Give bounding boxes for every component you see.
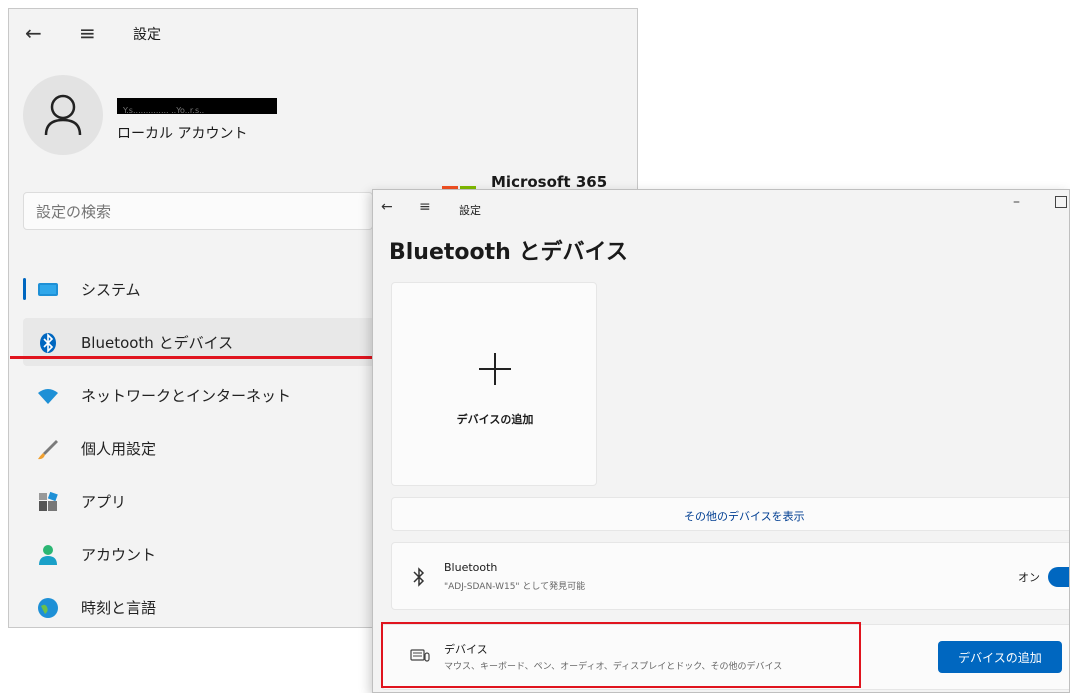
maximize-icon[interactable] — [1055, 196, 1067, 208]
globe-icon — [38, 598, 58, 618]
apps-icon — [39, 491, 58, 511]
avatar[interactable] — [23, 75, 103, 155]
bluetooth-row: Bluetooth "ADJ-SDAN-W15" として発見可能 オン — [391, 542, 1069, 610]
monitor-icon — [38, 283, 58, 296]
bluetooth-title: Bluetooth — [444, 561, 498, 574]
page-title: Bluetooth とデバイス — [389, 240, 628, 265]
person-icon — [39, 545, 57, 565]
bluetooth-symbol-icon — [413, 567, 425, 587]
highlight-underline — [10, 356, 374, 359]
hamburger-menu-icon[interactable]: ≡ — [79, 23, 96, 43]
more-devices-link[interactable]: その他のデバイスを表示 — [684, 508, 805, 524]
back-arrow-icon[interactable]: ← — [381, 200, 393, 214]
window-title: 設定 — [459, 204, 481, 217]
add-device-card[interactable]: デバイスの追加 — [391, 282, 597, 486]
add-device-card-label: デバイスの追加 — [456, 413, 534, 426]
plus-icon — [479, 353, 511, 385]
sidebar-item-label: アカウント — [81, 546, 157, 564]
settings-window-front: ← ≡ 設定 – Bluetooth とデバイス デバイスの追加 その他のデバイ… — [372, 189, 1070, 693]
sidebar-item-label: ネットワークとインターネット — [81, 387, 292, 405]
add-device-button[interactable]: デバイスの追加 — [938, 641, 1062, 673]
user-icon — [44, 94, 82, 136]
account-type: ローカル アカウント — [117, 126, 248, 142]
sidebar-item-label: 個人用設定 — [81, 440, 157, 458]
toggle-state-label: オン — [1018, 571, 1040, 584]
bluetooth-subtitle: "ADJ-SDAN-W15" として発見可能 — [444, 582, 586, 592]
wifi-icon — [38, 389, 58, 404]
account-name-redacted: Y.s.............. ..Yo..r.s.. — [117, 98, 277, 115]
active-indicator — [23, 278, 26, 300]
more-devices-row[interactable]: その他のデバイスを表示 — [391, 497, 1069, 531]
sidebar-item-label: Bluetooth とデバイス — [81, 334, 234, 352]
sidebar-item-label: 時刻と言語 — [81, 599, 157, 617]
sidebar-item-label: アプリ — [81, 493, 127, 511]
settings-search[interactable] — [23, 192, 373, 231]
window-title: 設定 — [133, 27, 161, 43]
brush-icon — [38, 440, 58, 460]
back-arrow-icon[interactable]: ← — [25, 23, 42, 43]
highlight-box — [381, 622, 861, 688]
sidebar-item-label: システム — [81, 281, 141, 299]
bluetooth-icon — [40, 333, 56, 353]
minimize-icon[interactable]: – — [1013, 194, 1020, 210]
search-input[interactable] — [24, 193, 368, 231]
bluetooth-toggle[interactable] — [1048, 567, 1069, 587]
hamburger-menu-icon[interactable]: ≡ — [419, 200, 431, 214]
